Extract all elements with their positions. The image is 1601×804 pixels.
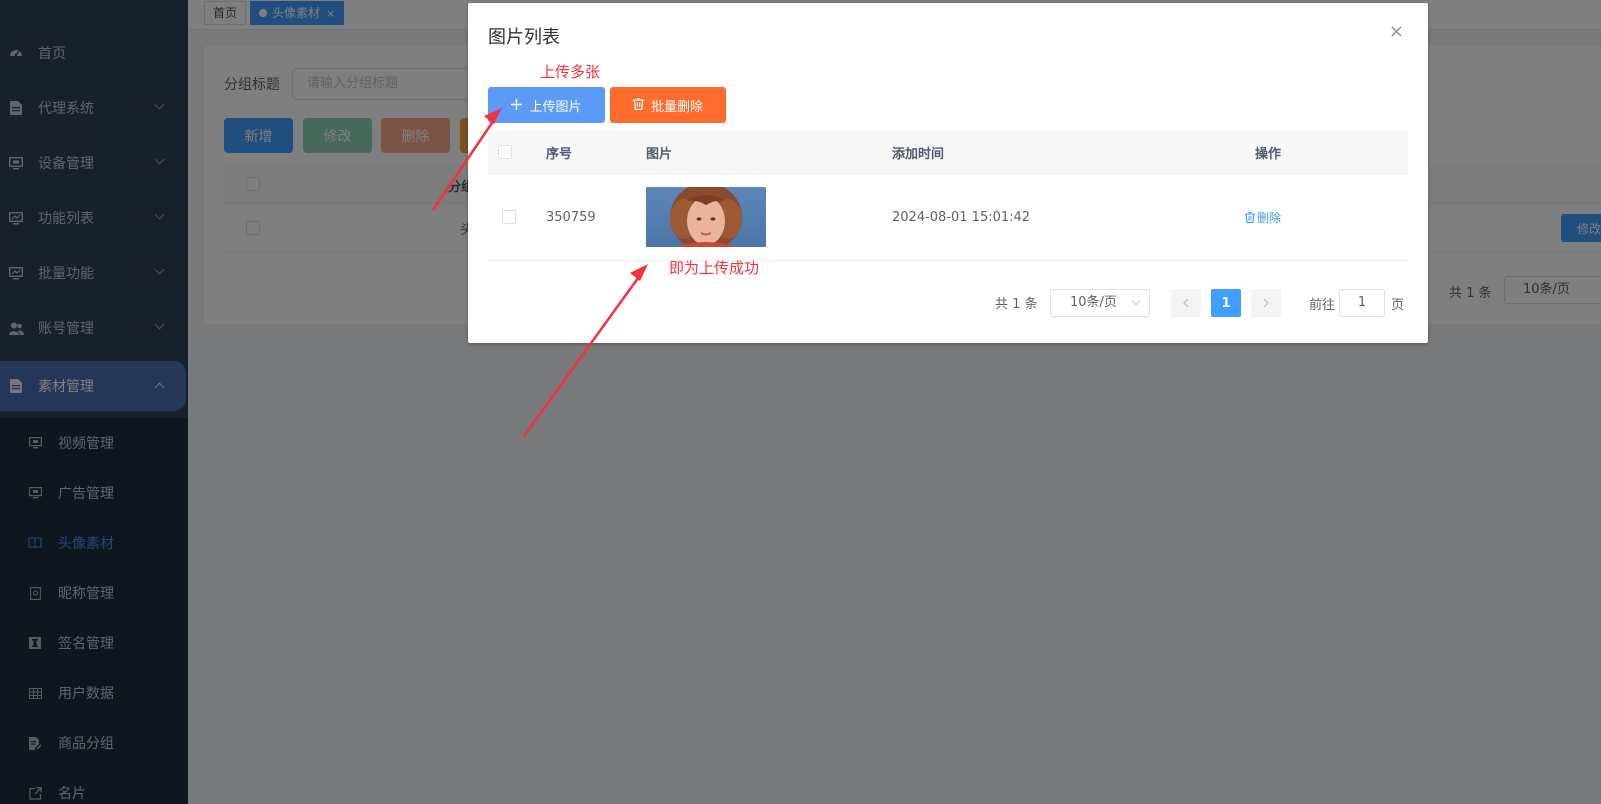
annotation-upload-multiple: 上传多张 xyxy=(540,63,601,81)
batch-delete-button[interactable]: 批量删除 xyxy=(610,87,726,123)
goto-prefix: 前往 xyxy=(1309,298,1336,313)
prev-page-button[interactable] xyxy=(1171,289,1201,317)
goto-suffix: 页 xyxy=(1391,298,1405,313)
table-row: 350759 2024-08-01 15:01:42 删除 xyxy=(488,174,1408,261)
dialog-title: 图片列表 xyxy=(488,27,560,48)
annotation-upload-success: 即为上传成功 xyxy=(669,259,760,277)
row-image-cell xyxy=(646,174,766,260)
column-header-index: 序号 xyxy=(546,146,573,162)
chevron-right-icon xyxy=(1263,298,1269,308)
table-header: 序号 图片 添加时间 操作 xyxy=(488,131,1408,174)
image-list-dialog: 图片列表 × 上传图片 批量删除 序号 图片 添加时间 操作 350759 20… xyxy=(468,3,1428,343)
trash-icon xyxy=(632,97,644,113)
button-label: 上传图片 xyxy=(529,98,582,114)
page-size-select[interactable]: 10条/页 xyxy=(1050,289,1150,317)
select-all-cell xyxy=(498,131,512,173)
column-header-image: 图片 xyxy=(646,146,673,162)
row-action-cell: 删除 xyxy=(1245,174,1281,260)
row-checkbox-cell xyxy=(502,174,516,260)
page-number-button[interactable]: 1 xyxy=(1211,289,1241,317)
next-page-button[interactable] xyxy=(1251,289,1281,317)
select-all-checkbox[interactable] xyxy=(498,145,512,159)
pager-total: 共 1 条 xyxy=(995,297,1038,312)
column-header-time: 添加时间 xyxy=(892,146,945,162)
column-header-action: 操作 xyxy=(1255,146,1282,162)
trash-icon xyxy=(1245,211,1255,223)
close-icon[interactable]: × xyxy=(1389,21,1404,42)
chevron-down-icon xyxy=(1131,296,1141,306)
row-delete-link[interactable]: 删除 xyxy=(1245,209,1281,226)
row-checkbox[interactable] xyxy=(502,210,516,224)
row-index: 350759 xyxy=(546,209,596,225)
delete-label: 删除 xyxy=(1257,210,1282,225)
image-table: 序号 图片 添加时间 操作 350759 2024-08-01 15:01:42… xyxy=(488,131,1408,261)
goto-page-input[interactable]: 1 xyxy=(1339,289,1385,317)
upload-image-button[interactable]: 上传图片 xyxy=(488,87,605,123)
chevron-left-icon xyxy=(1183,298,1189,308)
avatar-thumbnail[interactable] xyxy=(646,187,766,247)
button-label: 批量删除 xyxy=(650,98,703,114)
row-time: 2024-08-01 15:01:42 xyxy=(892,209,1031,225)
page-size-value: 10条/页 xyxy=(1070,295,1117,310)
plus-icon xyxy=(511,98,523,113)
